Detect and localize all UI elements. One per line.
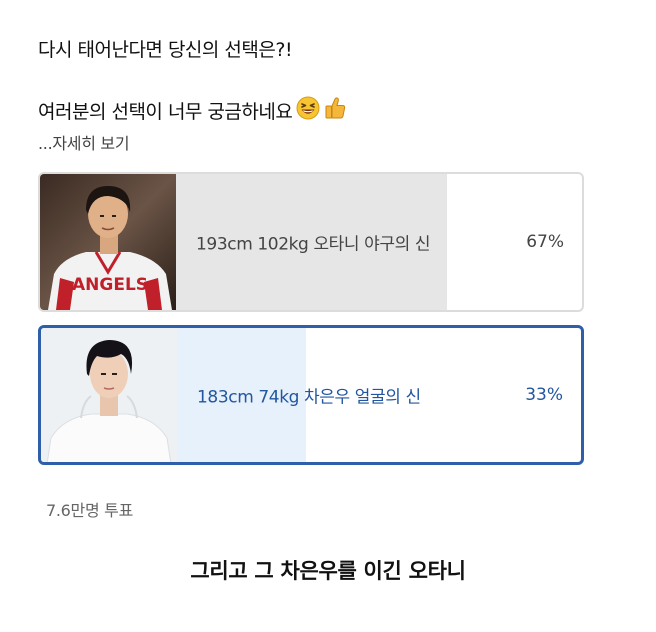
post-body: 여러분의 선택이 너무 궁금하네요 <box>38 96 346 125</box>
poll-option-label: 183cm 74kg 차은우 얼굴의 신 <box>197 387 421 408</box>
thumbs-up-icon <box>324 96 346 125</box>
poll-option-percent: 67% <box>526 232 564 252</box>
grinning-squinting-face-icon <box>296 96 320 125</box>
see-more-link[interactable]: ...자세히 보기 <box>38 130 130 154</box>
poll-option-ohtani[interactable]: ANGELS 193cm 102kg 오타니 야구의 신 67% <box>38 172 584 312</box>
poll-option-cha-eunwoo[interactable]: 183cm 74kg 차은우 얼굴의 신 33% <box>38 325 584 465</box>
svg-text:ANGELS: ANGELS <box>72 275 148 295</box>
poll-option-label: 193cm 102kg 오타니 야구의 신 <box>196 234 431 255</box>
post-title: 다시 태어난다면 당신의 선택은?! <box>38 39 293 61</box>
caption: 그리고 그 차은우를 이긴 오타니 <box>190 559 466 583</box>
celebrity-photo <box>41 328 177 462</box>
vote-count: 7.6만명 투표 <box>46 501 134 520</box>
poll-option-percent: 33% <box>525 385 563 405</box>
baseball-player-photo: ANGELS <box>40 174 176 310</box>
post-body-text: 여러분의 선택이 너무 궁금하네요 <box>38 101 293 123</box>
